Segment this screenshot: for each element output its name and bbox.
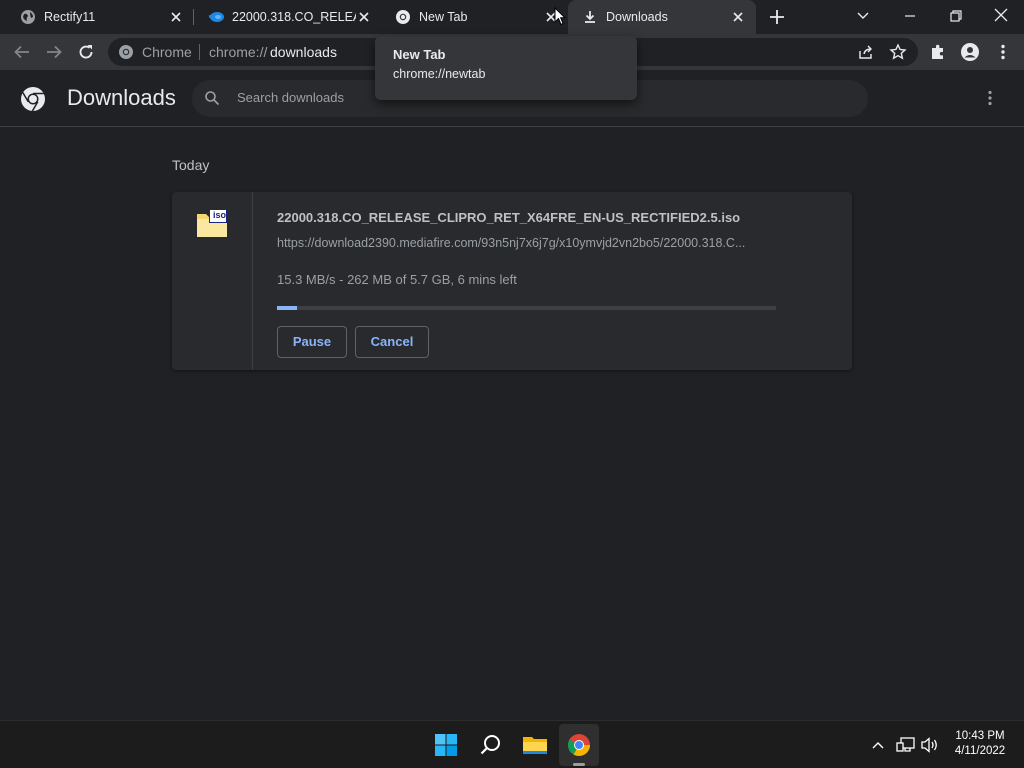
pause-button[interactable]: Pause (277, 326, 347, 358)
download-status: 15.3 MB/s - 262 MB of 5.7 GB, 6 mins lef… (277, 272, 517, 287)
file-type-badge: iso (213, 210, 227, 220)
chrome-logo-icon (20, 86, 46, 112)
volume-button[interactable] (920, 735, 940, 755)
restore-button[interactable] (946, 6, 966, 26)
tab-title: Rectify11 (44, 10, 96, 24)
speaker-icon (921, 737, 937, 753)
hover-card-url: chrome://newtab (393, 67, 486, 81)
mouse-cursor (554, 7, 566, 26)
close-icon[interactable] (168, 9, 184, 25)
chrome-icon (567, 733, 591, 757)
plus-icon (770, 10, 784, 24)
globe-icon (20, 9, 36, 25)
chevron-up-icon (872, 742, 884, 749)
restore-icon (950, 10, 962, 22)
tab-hover-card: New Tab chrome://newtab (375, 36, 637, 100)
close-icon[interactable] (356, 9, 372, 25)
page-title: Downloads (67, 85, 176, 110)
profile-button[interactable] (960, 42, 980, 62)
arrow-right-icon (47, 45, 62, 59)
download-item: iso 22000.318.CO_RELEASE_CLIPRO_RET_X64F… (172, 192, 852, 370)
file-explorer-button[interactable] (522, 733, 548, 757)
tab-title: Downloads (606, 10, 668, 24)
card-divider (252, 192, 253, 370)
arrow-left-icon (14, 45, 29, 59)
windows-logo-icon (435, 734, 457, 756)
close-icon[interactable] (730, 9, 746, 25)
search-button[interactable] (479, 733, 503, 757)
taskbar: 10:43 PM 4/11/2022 (0, 720, 1024, 768)
tab-title: New Tab (419, 10, 468, 24)
url-prefix: chrome:// (209, 44, 268, 60)
share-icon (859, 45, 872, 59)
search-icon (480, 735, 500, 755)
kebab-menu-icon (1001, 44, 1005, 60)
person-icon (961, 43, 979, 61)
minimize-button[interactable] (900, 6, 920, 26)
download-progress-fill (277, 306, 297, 310)
chrome-icon (118, 44, 134, 60)
tab-strip: Rectify11 22000.318.CO_RELEASE New Tab D… (0, 0, 1024, 34)
back-button[interactable] (12, 42, 32, 62)
tab-title: 22000.318.CO_RELEASE (232, 10, 356, 24)
folder-icon (523, 737, 547, 754)
downloads-menu-button[interactable] (980, 88, 1000, 108)
tab-search-button[interactable] (854, 6, 872, 24)
tab-rectify11[interactable]: Rectify11 (0, 0, 192, 34)
reload-icon (79, 45, 93, 59)
clock-time: 10:43 PM (955, 730, 1005, 742)
site-chip: Chrome (142, 44, 192, 60)
show-hidden-icons-button[interactable] (870, 737, 886, 753)
download-progress-bar (277, 306, 776, 310)
share-button[interactable] (856, 42, 876, 62)
network-button[interactable] (896, 735, 916, 755)
hover-card-title: New Tab (393, 47, 446, 62)
search-icon (204, 90, 220, 106)
puzzle-icon (932, 44, 943, 59)
tab-mediafire[interactable]: 22000.318.CO_RELEASE (188, 0, 380, 34)
bookmark-star-button[interactable] (888, 42, 908, 62)
running-indicator (573, 763, 585, 766)
url-host: downloads (270, 44, 337, 60)
close-icon (994, 8, 1008, 22)
minimize-icon (905, 15, 915, 17)
extensions-button[interactable] (928, 42, 948, 62)
tab-new-tab[interactable]: New Tab (375, 0, 567, 34)
new-tab-button[interactable] (767, 7, 787, 27)
mediafire-icon (208, 9, 224, 25)
clock-date: 4/11/2022 (954, 745, 1006, 757)
start-button[interactable] (434, 733, 458, 757)
clock[interactable]: 10:43 PM 4/11/2022 (944, 729, 1016, 759)
cancel-button[interactable]: Cancel (355, 326, 429, 358)
tab-downloads[interactable]: Downloads (568, 0, 756, 34)
download-url[interactable]: https://download2390.mediafire.com/93n5n… (277, 236, 745, 250)
chevron-down-icon (857, 12, 869, 19)
chrome-taskbar-button[interactable] (559, 724, 599, 766)
divider (199, 44, 200, 60)
download-filename[interactable]: 22000.318.CO_RELEASE_CLIPRO_RET_X64FRE_E… (277, 210, 740, 225)
reload-button[interactable] (76, 42, 96, 62)
search-input[interactable]: Search downloads (237, 90, 344, 105)
date-header: Today (172, 157, 210, 173)
menu-button[interactable] (993, 42, 1013, 62)
forward-button[interactable] (44, 42, 64, 62)
star-icon (889, 43, 907, 60)
chrome-icon (395, 9, 411, 25)
window-close-button[interactable] (991, 5, 1011, 25)
kebab-menu-icon (988, 90, 992, 106)
network-icon (896, 737, 915, 752)
download-icon (582, 9, 598, 25)
